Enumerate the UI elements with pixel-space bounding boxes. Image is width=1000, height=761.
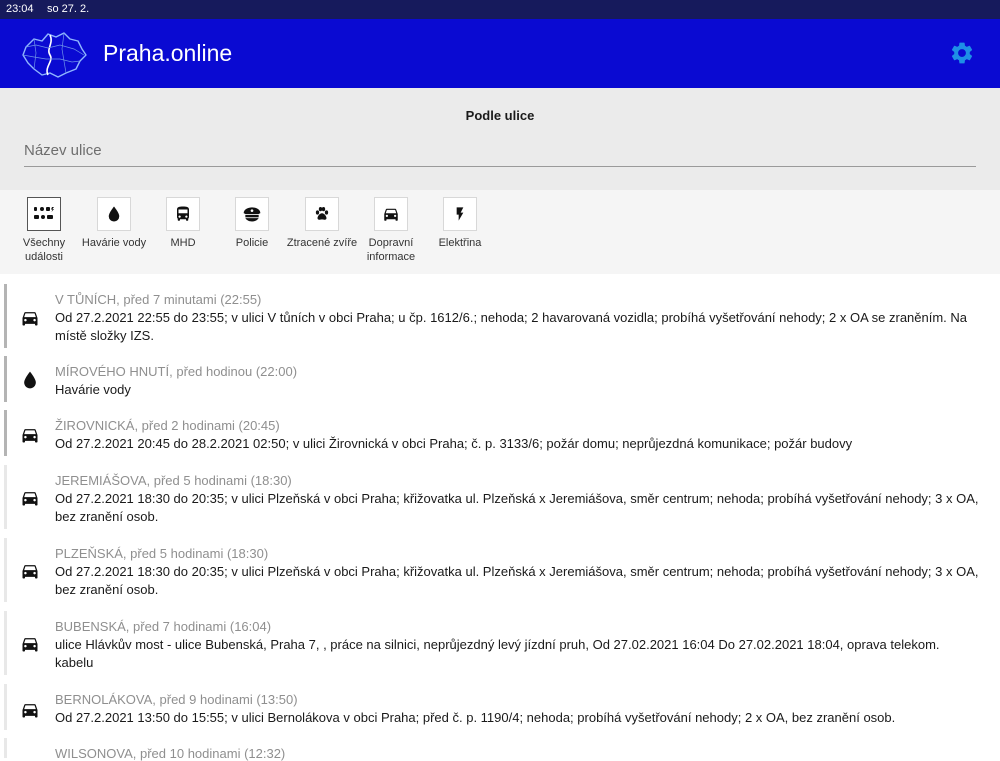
event-indicator bbox=[4, 410, 7, 456]
paw-icon bbox=[315, 207, 329, 220]
event-item[interactable]: PLZEŇSKÁ, před 5 hodinami (18:30) Od 27.… bbox=[4, 538, 1000, 602]
event-header: V TŮNÍCH, před 7 minutami (22:55) bbox=[55, 292, 262, 307]
filter-electricity[interactable]: Elektřina bbox=[423, 197, 497, 250]
event-indicator bbox=[4, 611, 7, 675]
event-item[interactable]: ŽIROVNICKÁ, před 2 hodinami (20:45) Od 2… bbox=[4, 410, 1000, 456]
car-icon bbox=[22, 492, 38, 506]
event-description: Havárie vody bbox=[55, 382, 131, 397]
event-description: Od 27.2.2021 18:30 do 20:35; v ulici Plz… bbox=[55, 491, 979, 524]
category-filter-bar: Všechny události Havárie vody MHD Polici… bbox=[0, 190, 1000, 274]
status-time: 23:04 bbox=[6, 3, 34, 15]
filter-all-events[interactable]: Všechny události bbox=[7, 197, 81, 264]
filter-label: MHD bbox=[170, 237, 196, 249]
event-item[interactable]: JEREMIÁŠOVA, před 5 hodinami (18:30) Od … bbox=[4, 465, 1000, 529]
event-indicator bbox=[4, 465, 7, 529]
car-icon bbox=[22, 312, 38, 326]
police-cap-icon bbox=[243, 207, 261, 222]
water-drop-icon bbox=[108, 206, 120, 222]
event-item[interactable]: WILSONOVA, před 10 hodinami (12:32) bbox=[4, 738, 1000, 761]
filter-label: Havárie vody bbox=[81, 237, 147, 249]
event-header: MÍROVÉHO HNUTÍ, před hodinou (22:00) bbox=[55, 364, 298, 379]
filter-lost-animal[interactable]: Ztracené zvíře bbox=[285, 197, 359, 250]
filter-police[interactable]: Policie bbox=[215, 197, 289, 250]
filter-label: Elektřina bbox=[438, 237, 482, 249]
car-icon bbox=[22, 565, 38, 579]
event-item[interactable]: BERNOLÁKOVA, před 9 hodinami (13:50) Od … bbox=[4, 684, 1000, 730]
event-description: Od 27.2.2021 22:55 do 23:55; v ulici V t… bbox=[55, 310, 968, 343]
all-events-icon bbox=[34, 207, 54, 219]
status-date: so 27. 2. bbox=[47, 3, 90, 15]
car-icon bbox=[22, 429, 38, 443]
filter-label: Policie bbox=[235, 237, 269, 249]
event-header: BUBENSKÁ, před 7 hodinami (16:04) bbox=[55, 619, 272, 634]
event-item[interactable]: BUBENSKÁ, před 7 hodinami (16:04) ulice … bbox=[4, 611, 1000, 675]
bus-icon bbox=[177, 206, 189, 221]
lightning-icon bbox=[456, 207, 464, 221]
street-search-panel: Podle ulice bbox=[0, 88, 1000, 190]
filter-water-outage[interactable]: Havárie vody bbox=[77, 197, 151, 250]
app-title: Praha.online bbox=[103, 40, 233, 66]
filter-public-transport[interactable]: MHD bbox=[146, 197, 220, 250]
filter-label: Všechny události bbox=[22, 237, 66, 263]
event-header: JEREMIÁŠOVA, před 5 hodinami (18:30) bbox=[55, 473, 292, 488]
event-item[interactable]: MÍROVÉHO HNUTÍ, před hodinou (22:00) Hav… bbox=[4, 356, 1000, 402]
status-bar: 23:04 so 27. 2. bbox=[0, 0, 1000, 19]
event-description: Od 27.2.2021 13:50 do 15:55; v ulici Ber… bbox=[55, 710, 896, 725]
car-icon bbox=[384, 208, 398, 221]
event-item[interactable]: V TŮNÍCH, před 7 minutami (22:55) Od 27.… bbox=[4, 284, 1000, 348]
event-description: Od 27.2.2021 20:45 do 28.2.2021 02:50; v… bbox=[55, 436, 853, 451]
filter-label: Ztracené zvíře bbox=[286, 237, 358, 249]
event-header: BERNOLÁKOVA, před 9 hodinami (13:50) bbox=[55, 692, 298, 707]
event-indicator bbox=[4, 538, 7, 602]
street-name-input[interactable] bbox=[24, 134, 976, 167]
event-indicator bbox=[4, 284, 7, 348]
filter-label: Dopravní informace bbox=[366, 237, 416, 263]
event-header: PLZEŇSKÁ, před 5 hodinami (18:30) bbox=[55, 546, 269, 561]
car-icon bbox=[22, 638, 38, 652]
event-header: ŽIROVNICKÁ, před 2 hodinami (20:45) bbox=[55, 418, 280, 433]
app-bar: Praha.online bbox=[0, 19, 1000, 88]
filter-traffic-info[interactable]: Dopravní informace bbox=[354, 197, 428, 264]
car-icon bbox=[22, 704, 38, 718]
event-indicator bbox=[4, 684, 7, 730]
event-header: WILSONOVA, před 10 hodinami (12:32) bbox=[55, 746, 286, 761]
gear-icon[interactable] bbox=[949, 40, 975, 66]
event-description: ulice Hlávkův most - ulice Bubenská, Pra… bbox=[55, 637, 940, 670]
event-indicator bbox=[4, 738, 7, 758]
event-indicator bbox=[4, 356, 7, 402]
event-description: Od 27.2.2021 18:30 do 20:35; v ulici Plz… bbox=[55, 564, 979, 597]
prague-map-logo-icon bbox=[22, 32, 87, 78]
street-search-label: Podle ulice bbox=[465, 108, 535, 123]
water-drop-icon bbox=[24, 371, 36, 389]
